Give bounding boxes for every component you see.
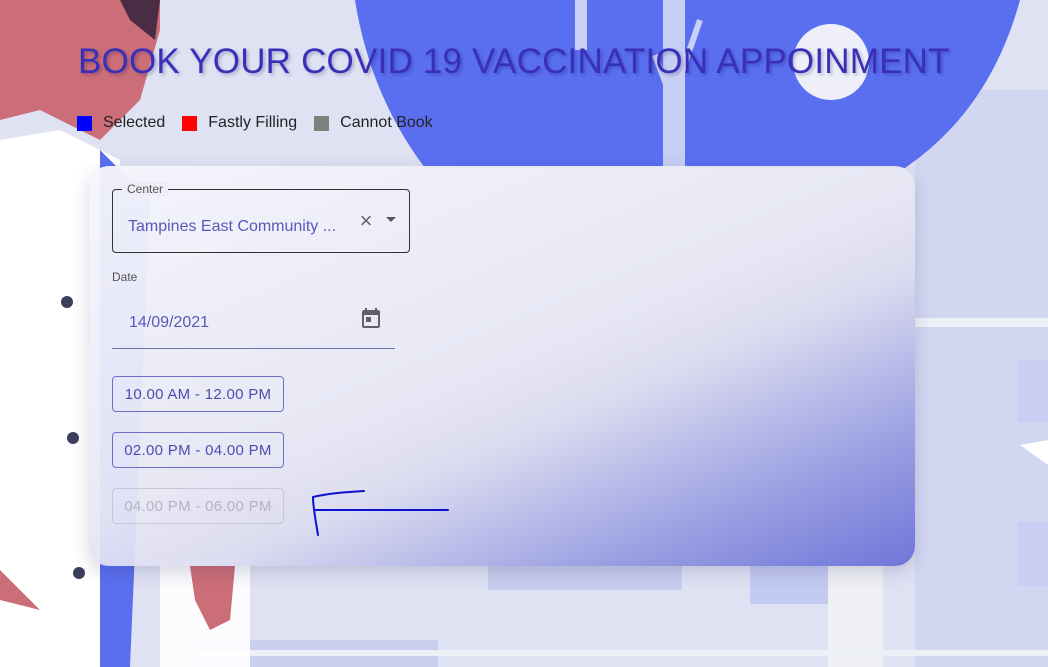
legend: Selected Fastly Filling Cannot Book [77, 114, 450, 132]
center-select[interactable]: Center Tampines East Community ... × [112, 182, 410, 253]
page-title: BOOK YOUR COVID 19 VACCINATION APPOINMEN… [78, 42, 950, 81]
arrow-drop-down-icon[interactable] [383, 212, 399, 228]
legend-item-fastly-filling: Fastly Filling [182, 114, 297, 132]
close-icon[interactable]: × [355, 210, 377, 232]
legend-swatch-fastly-filling [182, 115, 198, 131]
date-value[interactable]: 14/09/2021 [129, 314, 209, 332]
legend-swatch-cannot-book [314, 115, 330, 131]
legend-swatch-selected [77, 115, 92, 131]
legend-label-cannot-book: Cannot Book [340, 114, 433, 131]
time-slot-button[interactable]: 02.00 PM - 04.00 PM [112, 432, 284, 468]
time-slot-button-disabled: 04.00 PM - 06.00 PM [112, 488, 284, 524]
center-label: Center [122, 182, 169, 196]
legend-item-cannot-book: Cannot Book [314, 114, 433, 132]
center-value[interactable]: Tampines East Community ... [128, 218, 346, 236]
booking-form-card: Center Tampines East Community ... × Dat… [89, 166, 915, 566]
calendar-icon[interactable] [359, 306, 383, 330]
time-slot-button[interactable]: 10.00 AM - 12.00 PM [112, 376, 284, 412]
date-input[interactable]: 14/09/2021 [112, 294, 395, 349]
legend-label-fastly-filling: Fastly Filling [208, 114, 298, 131]
date-label: Date [112, 270, 138, 284]
legend-label-selected: Selected [103, 114, 166, 131]
legend-item-selected: Selected [77, 114, 165, 132]
